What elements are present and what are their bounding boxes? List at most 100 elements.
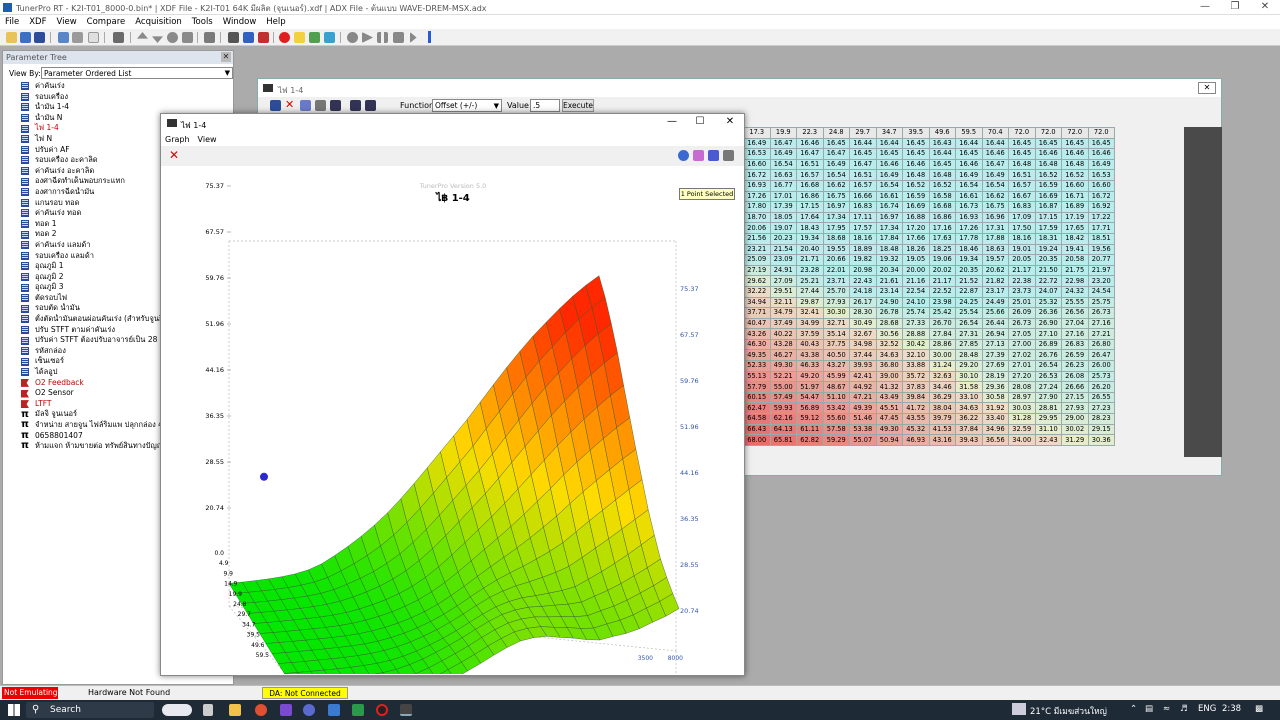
table-cell[interactable]: 33.10 — [955, 391, 983, 404]
table-cell[interactable]: 30.42 — [902, 338, 930, 351]
table-cell[interactable]: 16.49 — [1087, 158, 1115, 171]
table-cell[interactable]: 26.53 — [1034, 370, 1062, 383]
table-cell[interactable]: 21.17 — [1008, 264, 1036, 277]
pause-icon[interactable] — [377, 32, 388, 43]
table-cell[interactable]: 17.80 — [743, 201, 771, 213]
parameter-item[interactable]: น้ำมัน 1-4 — [21, 102, 233, 113]
column-header[interactable]: 59.5 — [955, 127, 983, 139]
table-cell[interactable]: 17.26 — [955, 222, 983, 234]
table-cell[interactable]: 32.67 — [849, 328, 877, 340]
graph-minimize-icon[interactable]: — — [661, 115, 683, 131]
table-cell[interactable]: 16.54 — [769, 158, 797, 171]
circle-icon[interactable] — [167, 32, 178, 43]
stop-playback-icon[interactable] — [393, 32, 404, 43]
table-cell[interactable]: 24.07 — [1034, 285, 1062, 298]
table-cell[interactable]: 37.59 — [796, 328, 824, 340]
table-cell[interactable]: 19.01 — [1008, 243, 1036, 256]
table-cell[interactable]: 46.93 — [902, 434, 930, 446]
table-cell[interactable]: 27.93 — [822, 296, 850, 309]
table-cell[interactable]: 55.60 — [822, 413, 850, 425]
table-cell[interactable]: 27.23 — [1087, 402, 1115, 415]
table-cell[interactable]: 28.48 — [955, 349, 983, 362]
table-cell[interactable]: 27.00 — [1008, 338, 1036, 351]
table-cell[interactable]: 26.36 — [1034, 307, 1062, 319]
table-cell[interactable]: 29.95 — [1034, 413, 1062, 425]
table-cell[interactable]: 25.09 — [743, 254, 771, 266]
table-cell[interactable]: 16.54 — [822, 169, 850, 181]
table-cell[interactable]: 22.43 — [849, 275, 877, 287]
stop-icon[interactable] — [182, 32, 193, 43]
table-cell[interactable]: 16.47 — [769, 137, 797, 150]
table-cell[interactable]: 25.21 — [796, 275, 824, 287]
table-cell[interactable]: 48.67 — [822, 381, 850, 393]
table-cell[interactable]: 34.96 — [981, 423, 1009, 436]
table-cell[interactable]: 32.59 — [1008, 423, 1036, 436]
table-window-close-icon[interactable]: ✕ — [1198, 82, 1216, 94]
table-cell[interactable]: 17.65 — [1061, 222, 1089, 234]
table-cell[interactable]: 19.24 — [1034, 243, 1062, 256]
table-cell[interactable]: 30.49 — [849, 317, 877, 330]
table-cell[interactable]: 21.97 — [1087, 264, 1115, 277]
table-cell[interactable]: 16.59 — [902, 190, 930, 203]
table-cell[interactable]: 16.97 — [822, 201, 850, 213]
table-cell[interactable]: 26.54 — [1034, 360, 1062, 372]
table-cell[interactable]: 30.36 — [1087, 434, 1115, 446]
table-cell[interactable]: 16.83 — [1008, 201, 1036, 213]
table-cell[interactable]: 16.45 — [955, 148, 983, 160]
table-cell[interactable]: 21.16 — [902, 275, 930, 287]
pane-close-icon[interactable]: ✕ — [221, 52, 231, 62]
menu-file[interactable]: File — [0, 15, 24, 29]
network-icon[interactable]: ▤ — [1145, 704, 1153, 714]
wireframe-icon[interactable] — [723, 150, 734, 161]
table-cell[interactable]: 28.81 — [1034, 402, 1062, 415]
taskbar-search[interactable]: ⚲ Search — [26, 702, 154, 718]
playback-slider[interactable] — [428, 31, 431, 43]
parameter-item[interactable]: รอบเครื่อง — [21, 92, 233, 103]
table-cell[interactable]: 16.45 — [902, 137, 930, 150]
table-cell[interactable]: 65.81 — [769, 434, 797, 446]
table-cell[interactable]: 34.79 — [769, 307, 797, 319]
table-cell[interactable]: 32.22 — [743, 285, 771, 298]
menu-compare[interactable]: Compare — [82, 15, 131, 29]
table-cell[interactable]: 19.34 — [796, 232, 824, 245]
table-cell[interactable]: 16.44 — [849, 137, 877, 150]
table-cell[interactable]: 26.00 — [1087, 360, 1115, 372]
table-cell[interactable]: 43.27 — [822, 360, 850, 372]
table-cell[interactable]: 36.80 — [875, 360, 903, 372]
table-cell[interactable]: 43.49 — [875, 391, 903, 404]
table-cell[interactable]: 37.75 — [822, 338, 850, 351]
table-cell[interactable]: 16.72 — [743, 169, 771, 181]
table-cell[interactable]: 64.58 — [743, 413, 771, 425]
table-cell[interactable]: 18.16 — [849, 232, 877, 245]
menu-tools[interactable]: Tools — [187, 15, 218, 29]
table-cell[interactable]: 22.52 — [928, 285, 956, 298]
table-cell[interactable]: 17.15 — [796, 201, 824, 213]
table-cell[interactable]: 27.13 — [981, 338, 1009, 351]
table-cell[interactable]: 27.69 — [981, 360, 1009, 372]
table-cell[interactable]: 16.54 — [981, 179, 1009, 192]
table-cell[interactable]: 66.43 — [743, 423, 771, 436]
table-cell[interactable]: 16.46 — [796, 137, 824, 150]
chip-icon[interactable] — [204, 32, 215, 43]
table-cell[interactable]: 16.46 — [875, 158, 903, 171]
table-cell[interactable]: 16.63 — [769, 169, 797, 181]
table-cell[interactable]: 17.34 — [822, 211, 850, 224]
table-cell[interactable]: 25.01 — [1008, 296, 1036, 309]
table-cell[interactable]: 27.33 — [902, 317, 930, 330]
table-cell[interactable]: 23.98 — [928, 296, 956, 309]
table-cell[interactable]: 25.55 — [1061, 296, 1089, 309]
table-cell[interactable]: 28.19 — [981, 370, 1009, 383]
table-cell[interactable]: 57.79 — [743, 381, 771, 393]
table-cell[interactable]: 26.55 — [1087, 391, 1115, 404]
table-cell[interactable]: 31.10 — [1034, 423, 1062, 436]
table-cell[interactable]: 22.98 — [1061, 275, 1089, 287]
table-cell[interactable]: 16.54 — [955, 179, 983, 192]
table-cell[interactable]: 21.52 — [955, 275, 983, 287]
graph-close-x-icon[interactable]: ✕ — [169, 149, 179, 161]
column-header[interactable]: 34.7 — [875, 127, 903, 139]
table-cell[interactable]: 25.66 — [981, 307, 1009, 319]
table-cell[interactable]: 34.63 — [955, 402, 983, 415]
close-icon[interactable]: ✕ — [1250, 0, 1280, 15]
table-cell[interactable]: 51.10 — [822, 391, 850, 404]
graph-maximize-icon[interactable]: ☐ — [689, 115, 711, 131]
